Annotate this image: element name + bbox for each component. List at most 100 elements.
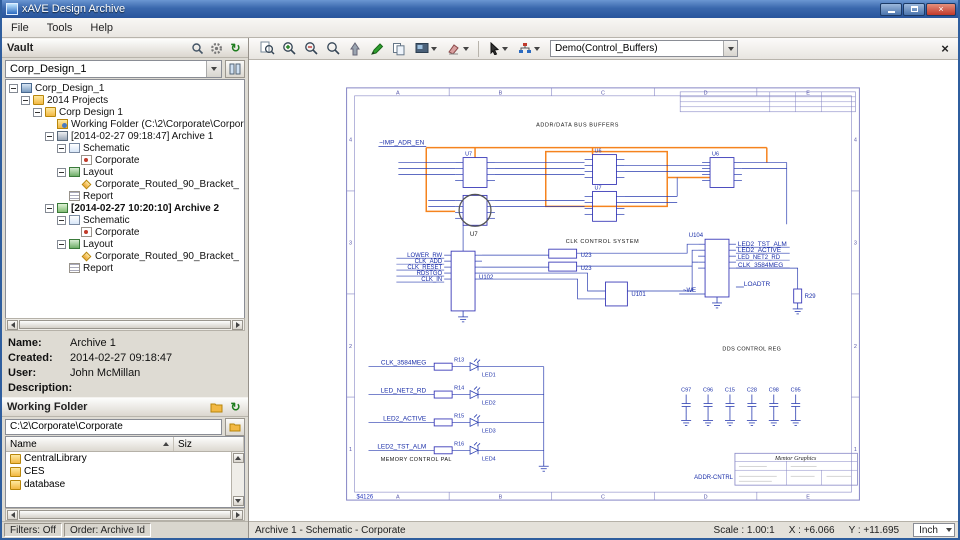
scroll-right-icon[interactable] xyxy=(232,509,243,520)
scroll-left-icon[interactable] xyxy=(7,509,18,520)
list-item[interactable]: CentralLibrary xyxy=(6,452,231,465)
navigate-dropdown[interactable] xyxy=(514,39,544,58)
list-vertical-scrollbar[interactable] xyxy=(231,452,244,507)
collapse-icon[interactable] xyxy=(33,107,42,117)
scrollbar-thumb[interactable] xyxy=(19,320,231,329)
tree-item[interactable]: Working Folder (C:\2\Corporate\Corpora xyxy=(6,118,244,130)
zoom-in-button[interactable] xyxy=(279,39,299,58)
tree-item[interactable]: Report xyxy=(6,190,244,202)
svg-text:C28: C28 xyxy=(747,388,757,394)
refresh-icon[interactable]: ↻ xyxy=(228,41,243,56)
tree-item[interactable]: Corporate xyxy=(6,226,244,238)
minimize-button[interactable] xyxy=(880,2,902,16)
zoom-out-button[interactable] xyxy=(301,39,321,58)
svg-text:B: B xyxy=(499,90,503,96)
close-viewer-button[interactable]: × xyxy=(936,40,954,58)
close-window-button[interactable]: × xyxy=(926,2,956,16)
order-status[interactable]: Order: Archive Id xyxy=(63,523,151,537)
scroll-left-icon[interactable] xyxy=(7,319,18,330)
svg-text:R14: R14 xyxy=(454,386,464,392)
tree-item[interactable]: Schematic xyxy=(6,214,244,226)
collapse-icon[interactable] xyxy=(9,83,18,93)
maximize-icon xyxy=(910,6,918,12)
zoom-area-button[interactable] xyxy=(323,39,343,58)
tree-item[interactable]: Layout xyxy=(6,166,244,178)
tree-item[interactable]: Report xyxy=(6,262,244,274)
titlebar[interactable]: xAVE Design Archive × xyxy=(2,0,958,18)
working-folder-icon xyxy=(57,119,68,129)
archive-info-panel: Name: Archive 1 Created: 2014-02-27 09:18:… xyxy=(2,331,248,397)
menu-help[interactable]: Help xyxy=(81,19,122,37)
view-style-dropdown[interactable] xyxy=(411,39,441,58)
report-icon xyxy=(69,191,80,201)
folder-icon xyxy=(45,107,56,117)
tree-horizontal-scrollbar[interactable] xyxy=(5,318,245,331)
browse-folder-button[interactable] xyxy=(225,417,245,436)
schematic-canvas[interactable]: A B C D E A B C D E 4 3 2 1 4 3 2 1 ADDR/DATA BUS BUFF… xyxy=(249,60,958,521)
viewer-toolbar: Demo(Control_Buffers) × xyxy=(249,38,958,60)
collapse-icon[interactable] xyxy=(57,239,66,249)
scrollbar-thumb[interactable] xyxy=(19,510,231,519)
section-title-clk: CLK CONTROL SYSTEM xyxy=(566,239,639,245)
redline-dropdown[interactable] xyxy=(443,39,473,58)
zoom-fit-button[interactable] xyxy=(257,39,277,58)
collapse-icon[interactable] xyxy=(21,95,30,105)
archive-tree[interactable]: Corp_Design_1 2014 Projects Corp Design … xyxy=(5,79,245,318)
svg-text:2: 2 xyxy=(349,344,352,350)
net-label-imp-adr-en: ~IMP_ADR_EN xyxy=(379,140,424,147)
tree-item[interactable]: Corp_Design_1 xyxy=(6,82,244,94)
list-item[interactable]: CES xyxy=(6,465,231,478)
dropdown-arrow-icon xyxy=(502,46,508,51)
ref-des: U6 xyxy=(595,149,602,155)
list-horizontal-scrollbar[interactable] xyxy=(5,508,245,521)
tree-item-archive-2[interactable]: [2014-02-27 10:20:10] Archive 2 xyxy=(6,202,244,214)
svg-text:C: C xyxy=(601,495,605,501)
collapse-icon[interactable] xyxy=(57,167,66,177)
column-header-size[interactable]: Siz xyxy=(174,437,244,451)
tree-item[interactable]: Corporate xyxy=(6,154,244,166)
tree-item[interactable]: Corporate_Routed_90_Bracket_ xyxy=(6,178,244,190)
refresh-icon[interactable]: ↻ xyxy=(228,400,243,415)
pan-button[interactable] xyxy=(345,39,365,58)
vault-title: Vault xyxy=(7,42,34,54)
open-folder-icon[interactable] xyxy=(209,400,224,415)
ref-des: U7 xyxy=(465,152,472,158)
collapse-icon[interactable] xyxy=(57,143,66,153)
tree-item[interactable]: Layout xyxy=(6,238,244,250)
scroll-up-icon[interactable] xyxy=(232,453,244,463)
menu-file[interactable]: File xyxy=(2,19,38,37)
folder-icon xyxy=(10,453,21,464)
settings-gear-icon[interactable] xyxy=(209,41,224,56)
y-readout: Y : +11.695 xyxy=(848,524,900,536)
collapse-icon[interactable] xyxy=(45,131,54,141)
scroll-down-icon[interactable] xyxy=(232,496,244,506)
design-icon xyxy=(21,83,32,93)
working-folder-path[interactable]: C:\2\Corporate\Corporate xyxy=(5,418,222,435)
tree-item-archive-1[interactable]: [2014-02-27 09:18:47] Archive 1 xyxy=(6,130,244,142)
sheet-selector-combo[interactable]: Demo(Control_Buffers) xyxy=(550,40,738,57)
scroll-right-icon[interactable] xyxy=(232,319,243,330)
search-icon[interactable] xyxy=(190,41,205,56)
columns-icon xyxy=(229,63,241,74)
minimize-icon xyxy=(887,10,895,13)
markup-pen-button[interactable] xyxy=(367,39,387,58)
menubar: File Tools Help xyxy=(2,18,958,38)
tree-item[interactable]: 2014 Projects xyxy=(6,94,244,106)
copy-view-button[interactable] xyxy=(389,39,409,58)
column-header-name[interactable]: Name xyxy=(6,437,174,451)
ref-des: R29 xyxy=(805,294,817,300)
tree-item[interactable]: Corporate_Routed_90_Bracket_ xyxy=(6,250,244,262)
svg-text:LED2_ACTIVE: LED2_ACTIVE xyxy=(383,415,427,422)
tree-item[interactable]: Schematic xyxy=(6,142,244,154)
tree-item[interactable]: Corp Design 1 xyxy=(6,106,244,118)
filters-status[interactable]: Filters: Off xyxy=(4,523,62,537)
collapse-icon[interactable] xyxy=(57,215,66,225)
menu-tools[interactable]: Tools xyxy=(38,19,82,37)
design-combo[interactable]: Corp_Design_1 xyxy=(5,59,222,78)
list-item[interactable]: database xyxy=(6,478,231,491)
unit-combo[interactable]: Inch xyxy=(913,523,955,537)
columns-view-button[interactable] xyxy=(225,59,245,78)
collapse-icon[interactable] xyxy=(45,203,54,213)
select-tool-dropdown[interactable] xyxy=(484,39,512,58)
maximize-button[interactable] xyxy=(903,2,925,16)
